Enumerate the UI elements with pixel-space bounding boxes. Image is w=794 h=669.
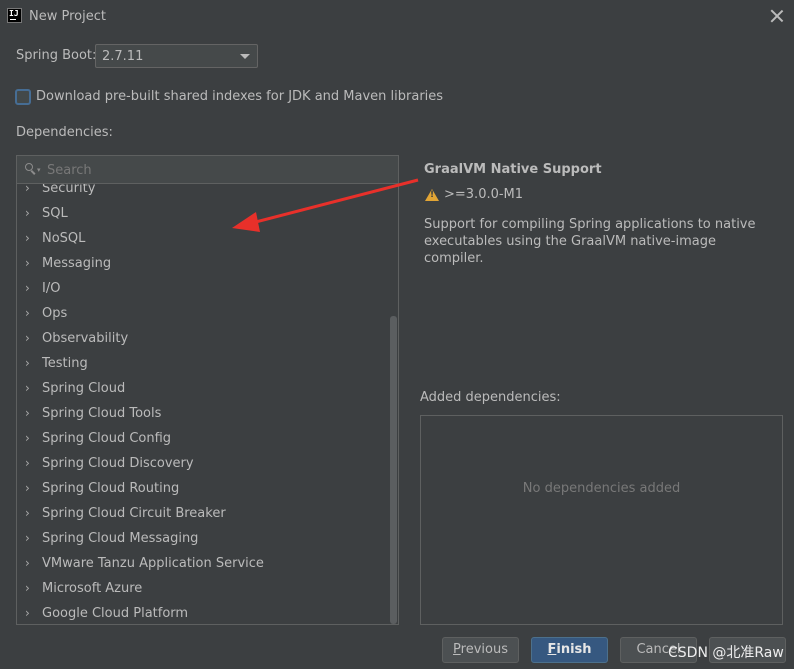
- tree-category-label: SQL: [42, 206, 68, 221]
- tree-category-label: Messaging: [42, 256, 112, 271]
- tree-category-row[interactable]: › Google Cloud Platform: [17, 601, 387, 624]
- tree-category-row[interactable]: › Messaging: [17, 251, 387, 276]
- chevron-right-icon[interactable]: ›: [25, 526, 30, 551]
- chevron-right-icon[interactable]: ›: [25, 276, 30, 301]
- chevron-right-icon[interactable]: ›: [25, 551, 30, 576]
- chevron-right-icon[interactable]: ›: [25, 501, 30, 526]
- tree-category-label: Spring Cloud Messaging: [42, 531, 199, 546]
- chevron-right-icon[interactable]: ›: [25, 601, 30, 624]
- tree-category-row[interactable]: › Spring Cloud Discovery: [17, 451, 387, 476]
- dependency-detail-title: GraalVM Native Support: [424, 162, 602, 177]
- added-dependencies-panel: No dependencies added: [420, 415, 783, 625]
- tree-category-row[interactable]: › Spring Cloud Circuit Breaker: [17, 501, 387, 526]
- tree-category-label: Spring Cloud Discovery: [42, 456, 194, 471]
- search-input[interactable]: [47, 160, 387, 180]
- finish-label: inish: [556, 642, 592, 657]
- spring-boot-label: Spring Boot:: [16, 48, 97, 63]
- tree-category-label: Spring Cloud Config: [42, 431, 172, 446]
- search-options-caret-icon[interactable]: ▾: [37, 166, 41, 174]
- chevron-right-icon[interactable]: ›: [25, 201, 30, 226]
- tree-category-row[interactable]: › Spring Cloud Tools: [17, 401, 387, 426]
- tree-category-row[interactable]: › Spring Cloud Messaging: [17, 526, 387, 551]
- tree-category-label: I/O: [42, 281, 61, 296]
- added-dependencies-label: Added dependencies:: [420, 390, 561, 405]
- chevron-right-icon[interactable]: ›: [25, 226, 30, 251]
- window-title: New Project: [29, 9, 106, 24]
- tree-category-label: Spring Cloud Routing: [42, 481, 180, 496]
- chevron-right-icon[interactable]: ›: [25, 426, 30, 451]
- previous-mnemonic: P: [453, 642, 461, 657]
- tree-category-row[interactable]: › I/O: [17, 276, 387, 301]
- tree-category-row[interactable]: › Spring Cloud Routing: [17, 476, 387, 501]
- tree-category-row[interactable]: › Testing: [17, 351, 387, 376]
- chevron-right-icon[interactable]: ›: [25, 576, 30, 601]
- tree-category-label: Microsoft Azure: [42, 581, 143, 596]
- dependency-description: Support for compiling Spring application…: [424, 217, 756, 266]
- dependencies-tree: › Security › SQL › NoSQL › Messaging › I/O › Ops › Ob…: [16, 155, 399, 625]
- tree-category-label: VMware Tanzu Application Service: [42, 556, 264, 571]
- spring-boot-version-select[interactable]: 2.7.11: [95, 44, 258, 68]
- previous-label: revious: [460, 642, 508, 657]
- chevron-down-icon: [240, 54, 250, 59]
- download-indexes-label[interactable]: Download pre-built shared indexes for JD…: [36, 89, 443, 104]
- tree-category-row[interactable]: › SQL: [17, 201, 387, 226]
- chevron-right-icon[interactable]: ›: [25, 301, 30, 326]
- search-icon[interactable]: [25, 163, 35, 173]
- dependency-version-requirement: >=3.0.0-M1: [444, 187, 524, 202]
- chevron-right-icon[interactable]: ›: [25, 476, 30, 501]
- chevron-right-icon[interactable]: ›: [25, 451, 30, 476]
- tree-category-row[interactable]: › Microsoft Azure: [17, 576, 387, 601]
- tree-category-label: Spring Cloud: [42, 381, 126, 396]
- tree-category-label: Testing: [42, 356, 88, 371]
- tree-category-label: Google Cloud Platform: [42, 606, 189, 621]
- tree-scrollbar[interactable]: [390, 316, 397, 624]
- chevron-right-icon[interactable]: ›: [25, 351, 30, 376]
- intellij-icon: IJ: [7, 8, 22, 23]
- tree-category-row[interactable]: › VMware Tanzu Application Service: [17, 551, 387, 576]
- tree-category-row[interactable]: › Spring Cloud: [17, 376, 387, 401]
- tree-category-label: Ops: [42, 306, 68, 321]
- no-dependencies-placeholder: No dependencies added: [522, 481, 681, 496]
- spring-boot-version-value: 2.7.11: [102, 49, 144, 64]
- warning-icon: [425, 189, 439, 201]
- tree-category-label: NoSQL: [42, 231, 86, 246]
- title-bar: IJ New Project: [0, 0, 794, 34]
- finish-button[interactable]: Finish: [531, 637, 608, 663]
- chevron-right-icon[interactable]: ›: [25, 376, 30, 401]
- search-bar: ▾: [17, 156, 398, 184]
- download-indexes-checkbox[interactable]: [15, 89, 31, 105]
- chevron-right-icon[interactable]: ›: [25, 251, 30, 276]
- previous-button[interactable]: Previous: [442, 637, 519, 663]
- close-icon[interactable]: [770, 9, 784, 23]
- tree-category-label: Observability: [42, 331, 129, 346]
- tree-category-label: Spring Cloud Circuit Breaker: [42, 506, 226, 521]
- tree-category-label: Spring Cloud Tools: [42, 406, 162, 421]
- dependency-category-list: › Security › SQL › NoSQL › Messaging › I/O › Ops › Ob…: [17, 176, 387, 624]
- chevron-right-icon[interactable]: ›: [25, 326, 30, 351]
- tree-category-row[interactable]: › Ops: [17, 301, 387, 326]
- tree-category-row[interactable]: › NoSQL: [17, 226, 387, 251]
- watermark-text: CSDN @北准Raw: [668, 645, 784, 661]
- tree-category-row[interactable]: › Observability: [17, 326, 387, 351]
- dependencies-label: Dependencies:: [16, 125, 113, 140]
- tree-category-row[interactable]: › Spring Cloud Config: [17, 426, 387, 451]
- chevron-right-icon[interactable]: ›: [25, 401, 30, 426]
